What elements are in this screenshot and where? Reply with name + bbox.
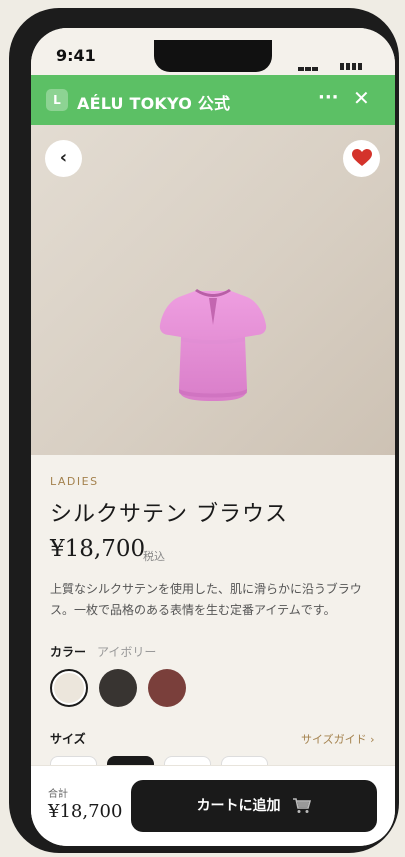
color-selected: アイボリー bbox=[97, 645, 157, 659]
product-price: ¥18,700 bbox=[50, 536, 146, 562]
line-logo-icon: L bbox=[46, 89, 68, 111]
cart-icon bbox=[293, 798, 312, 813]
signal-icon bbox=[298, 56, 319, 75]
size-guide-link[interactable]: サイズガイド › bbox=[301, 731, 375, 747]
status-bar: 9:41 bbox=[31, 28, 395, 75]
line-header: L AÉLU TOKYO 公式 ··· ✕ bbox=[31, 75, 395, 125]
color-swatch-charcoal[interactable] bbox=[99, 669, 137, 707]
total-value: ¥18,700 bbox=[48, 801, 123, 822]
close-icon[interactable]: ✕ bbox=[353, 86, 370, 110]
size-label: サイズ bbox=[50, 732, 86, 746]
heart-icon bbox=[351, 149, 372, 166]
screen: 9:41 L AÉLU TOKYO 公式 ··· ✕ ‹ LADIES シルクサ… bbox=[31, 28, 395, 846]
favorite-button[interactable] bbox=[343, 140, 380, 177]
product-title: シルクサテン ブラウス bbox=[50, 502, 288, 527]
color-swatch-burgundy[interactable] bbox=[148, 669, 186, 707]
color-swatch-ivory[interactable] bbox=[50, 669, 88, 707]
battery-icon bbox=[340, 55, 364, 74]
phone-frame: 9:41 L AÉLU TOKYO 公式 ··· ✕ ‹ LADIES シルクサ… bbox=[9, 8, 399, 853]
bottom-bar: 合計 ¥18,700 カートに追加 bbox=[31, 765, 395, 846]
tax-label: 税込 bbox=[143, 550, 165, 563]
line-header-title: AÉLU TOKYO 公式 bbox=[77, 94, 231, 113]
add-to-cart-label: カートに追加 bbox=[196, 798, 281, 814]
notch bbox=[154, 40, 272, 72]
back-button[interactable]: ‹ bbox=[45, 140, 82, 177]
blouse-illustration bbox=[159, 289, 267, 401]
status-time: 9:41 bbox=[56, 46, 96, 65]
total-label: 合計 bbox=[48, 789, 68, 800]
more-icon[interactable]: ··· bbox=[318, 87, 339, 108]
color-label: カラー bbox=[50, 645, 87, 659]
product-category: LADIES bbox=[50, 475, 99, 488]
product-image: ‹ bbox=[31, 125, 395, 455]
add-to-cart-button[interactable]: カートに追加 bbox=[131, 780, 377, 832]
product-description: 上質なシルクサテンを使用した、肌に滑らかに沿うブラウス。一枚で品格のある表情を生… bbox=[50, 582, 362, 617]
